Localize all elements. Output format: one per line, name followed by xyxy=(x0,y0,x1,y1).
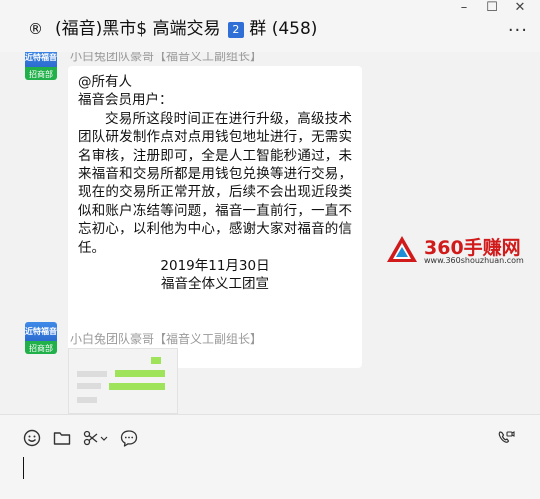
watermark-url: www.360shouzhuan.com xyxy=(424,256,524,265)
badge-icon: 2 xyxy=(227,22,244,38)
scissors-icon[interactable] xyxy=(82,428,102,448)
sender-name[interactable]: 小白兔团队豪哥【福音义工副组长】 xyxy=(70,52,262,64)
group-member-count: 群 (458) xyxy=(249,19,318,39)
avatar-sublabel: 招商部 xyxy=(29,344,53,353)
message-input-area[interactable] xyxy=(0,415,540,499)
emoji-icon[interactable] xyxy=(22,428,42,448)
chat-title: ® (福音)黑市$ 高端交易 2 群 (458) xyxy=(28,14,317,39)
mention-all: @所有人 xyxy=(78,74,132,90)
message-body: 交易所这段时间正在进行升级，高级技术团队研发制作点对点用钱包地址进行，无需实名审… xyxy=(78,110,352,256)
message-greeting: 福音会员用户： xyxy=(78,92,173,109)
maximize-button[interactable]: ☐ xyxy=(479,0,505,18)
chat-bubble-gray xyxy=(77,371,107,377)
chat-bubble-gray xyxy=(77,397,97,403)
chat-history-icon[interactable] xyxy=(119,428,139,448)
chat-bubble-green xyxy=(109,383,165,390)
message-signature: 福音全体义工团宣 xyxy=(161,276,269,293)
chevron-down-icon[interactable] xyxy=(100,428,108,448)
chat-bubble-gray xyxy=(77,383,101,389)
image-message-thumbnail[interactable] xyxy=(68,348,178,414)
watermark-logo-icon xyxy=(387,236,417,262)
video-call-icon[interactable] xyxy=(496,428,516,448)
folder-icon[interactable] xyxy=(52,428,72,448)
watermark: 360手赚网 www.360shouzhuan.com xyxy=(384,233,540,273)
message-date: 2019年11月30日 xyxy=(160,258,270,275)
minimize-button[interactable]: – xyxy=(451,0,477,18)
avatar-label: 近特福音 xyxy=(25,327,57,336)
avatar[interactable]: 近特福音 招商部 xyxy=(25,52,57,80)
text-cursor xyxy=(23,457,24,479)
chat-bubble-green xyxy=(151,357,161,364)
title-bar: ® (福音)黑市$ 高端交易 2 群 (458) – ☐ ✕ ··· xyxy=(0,0,540,52)
avatar[interactable]: 近特福音 招商部 xyxy=(25,322,57,354)
sender-name[interactable]: 小白兔团队豪哥【福音义工副组长】 xyxy=(70,330,262,347)
group-type-icon: ® xyxy=(28,20,43,38)
message-bubble[interactable]: @所有人 福音会员用户： 交易所这段时间正在进行升级，高级技术团队研发制作点对点… xyxy=(68,66,362,368)
avatar-sublabel: 招商部 xyxy=(29,70,53,79)
avatar-label: 近特福音 xyxy=(25,53,57,62)
chat-title-text: (福音)黑市$ 高端交易 xyxy=(55,19,221,39)
close-button[interactable]: ✕ xyxy=(507,0,533,18)
more-options-button[interactable]: ··· xyxy=(508,20,528,41)
chat-bubble-green xyxy=(115,370,165,377)
